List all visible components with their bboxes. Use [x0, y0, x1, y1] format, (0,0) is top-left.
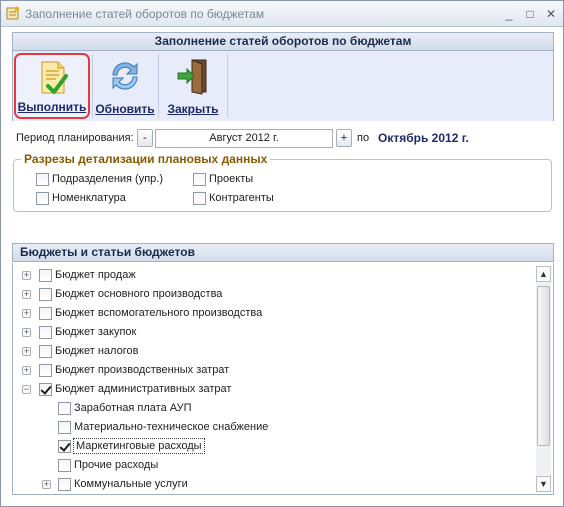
scroll-thumb[interactable] [537, 286, 550, 446]
checkbox-counterparties-label: Контрагенты [209, 192, 274, 204]
close-window-button[interactable]: ✕ [543, 6, 559, 22]
tree-item-label: Бюджет административных затрат [55, 383, 232, 395]
tree-item-label: Бюджет вспомогательного производства [55, 307, 263, 319]
tree-item-label: Коммунальные услуги [74, 478, 188, 490]
expand-icon[interactable]: + [22, 290, 31, 299]
app-icon [6, 6, 20, 20]
tree-item-supply[interactable]: Материально-техническое снабжение [13, 418, 533, 437]
refresh-arrows-icon [112, 62, 138, 90]
tree-item-other[interactable]: Прочие расходы [13, 456, 533, 475]
period-field[interactable]: Август 2012 г. [155, 129, 333, 148]
tree-item-salary[interactable]: Заработная плата АУП [13, 399, 533, 418]
tree-item-main-production[interactable]: + Бюджет основного производства [13, 285, 533, 304]
checkbox-departments[interactable] [36, 173, 49, 186]
tree-item-label: Прочие расходы [74, 459, 159, 471]
expand-icon[interactable]: + [22, 347, 31, 356]
expand-icon[interactable]: + [22, 366, 31, 375]
close-button[interactable]: Закрыть [159, 53, 227, 119]
tree-item-label: Бюджет основного производства [55, 288, 223, 300]
scroll-up-arrow-icon[interactable]: ▲ [536, 266, 551, 282]
expand-icon[interactable]: + [22, 328, 31, 337]
tree-item-utilities[interactable]: + Коммунальные услуги [13, 475, 533, 494]
details-title: Разрезы детализации плановых данных [21, 152, 271, 166]
tree-checkbox[interactable] [58, 421, 71, 434]
maximize-button[interactable]: □ [522, 6, 538, 22]
tree-item-label: Бюджет закупок [55, 326, 137, 338]
tree-checkbox[interactable] [39, 307, 52, 320]
checkbox-departments-label: Подразделения (упр.) [52, 173, 164, 185]
tree-item-taxes[interactable]: + Бюджет налогов [13, 342, 533, 361]
tree-checkbox[interactable] [39, 345, 52, 358]
details-groupbox [13, 159, 552, 212]
dialog-window: Заполнение статей оборотов по бюджетам _… [0, 0, 564, 507]
tree-scrollbar[interactable]: ▲ ▼ [536, 266, 551, 492]
tree-item-label: Бюджет производственных затрат [55, 364, 230, 376]
tree-checkbox[interactable] [58, 440, 71, 453]
tree-checkbox[interactable] [39, 269, 52, 282]
expand-icon[interactable]: + [22, 309, 31, 318]
expand-icon[interactable]: + [42, 480, 51, 489]
document-check-icon [41, 61, 68, 94]
tree-item-sales[interactable]: + Бюджет продаж [13, 266, 533, 285]
exit-door-icon [177, 59, 207, 95]
title-bar[interactable]: Заполнение статей оборотов по бюджетам _… [1, 1, 563, 27]
refresh-button[interactable]: Обновить [92, 53, 158, 119]
toolbar: Выполнить Обновить Закрыть [12, 51, 554, 121]
minimize-button[interactable]: _ [501, 6, 517, 22]
tree-checkbox[interactable] [58, 478, 71, 491]
checkbox-nomenclature-label: Номенклатура [52, 192, 126, 204]
close-button-label: Закрыть [167, 102, 219, 116]
tree-item-marketing[interactable]: Маркетинговые расходы [13, 437, 533, 456]
collapse-icon[interactable]: − [22, 385, 31, 394]
checkbox-counterparties[interactable] [193, 192, 206, 205]
tree-checkbox[interactable] [39, 364, 52, 377]
period-label: Период планирования: [16, 132, 134, 144]
scroll-down-arrow-icon[interactable]: ▼ [536, 476, 551, 492]
tree-checkbox[interactable] [39, 288, 52, 301]
toolbar-separator [227, 54, 228, 118]
form-header: Заполнение статей оборотов по бюджетам [12, 32, 554, 51]
checkbox-projects[interactable] [193, 173, 206, 186]
period-decrement-button[interactable]: - [137, 129, 153, 147]
tree-checkbox[interactable] [39, 383, 52, 396]
run-button-label: Выполнить [17, 100, 87, 114]
tree-item-label: Бюджет продаж [55, 269, 136, 281]
tree-item-aux-production[interactable]: + Бюджет вспомогательного производства [13, 304, 533, 323]
run-button[interactable]: Выполнить [14, 53, 90, 119]
tree-item-production-costs[interactable]: + Бюджет производственных затрат [13, 361, 533, 380]
window-title: Заполнение статей оборотов по бюджетам [25, 7, 265, 21]
expand-icon[interactable]: + [22, 271, 31, 280]
period-end-value: Октябрь 2012 г. [378, 131, 469, 145]
tree-item-label: Маркетинговые расходы [73, 438, 205, 454]
tree-checkbox[interactable] [58, 402, 71, 415]
tree-item-label: Бюджет налогов [55, 345, 139, 357]
tree-checkbox[interactable] [39, 326, 52, 339]
tree-item-purchases[interactable]: + Бюджет закупок [13, 323, 533, 342]
period-increment-button[interactable]: + [336, 129, 352, 147]
budgets-tree[interactable]: + Бюджет продаж + Бюджет основного произ… [12, 263, 554, 495]
refresh-button-label: Обновить [95, 102, 155, 116]
checkbox-projects-label: Проекты [209, 173, 254, 185]
tree-item-label: Заработная плата АУП [74, 402, 192, 414]
tree-item-label: Материально-техническое снабжение [74, 421, 269, 433]
checkbox-nomenclature[interactable] [36, 192, 49, 205]
tree-checkbox[interactable] [58, 459, 71, 472]
period-to-label: по [357, 132, 370, 144]
budgets-header: Бюджеты и статьи бюджетов [12, 243, 554, 262]
tree-item-admin-costs[interactable]: − Бюджет административных затрат [13, 380, 533, 399]
